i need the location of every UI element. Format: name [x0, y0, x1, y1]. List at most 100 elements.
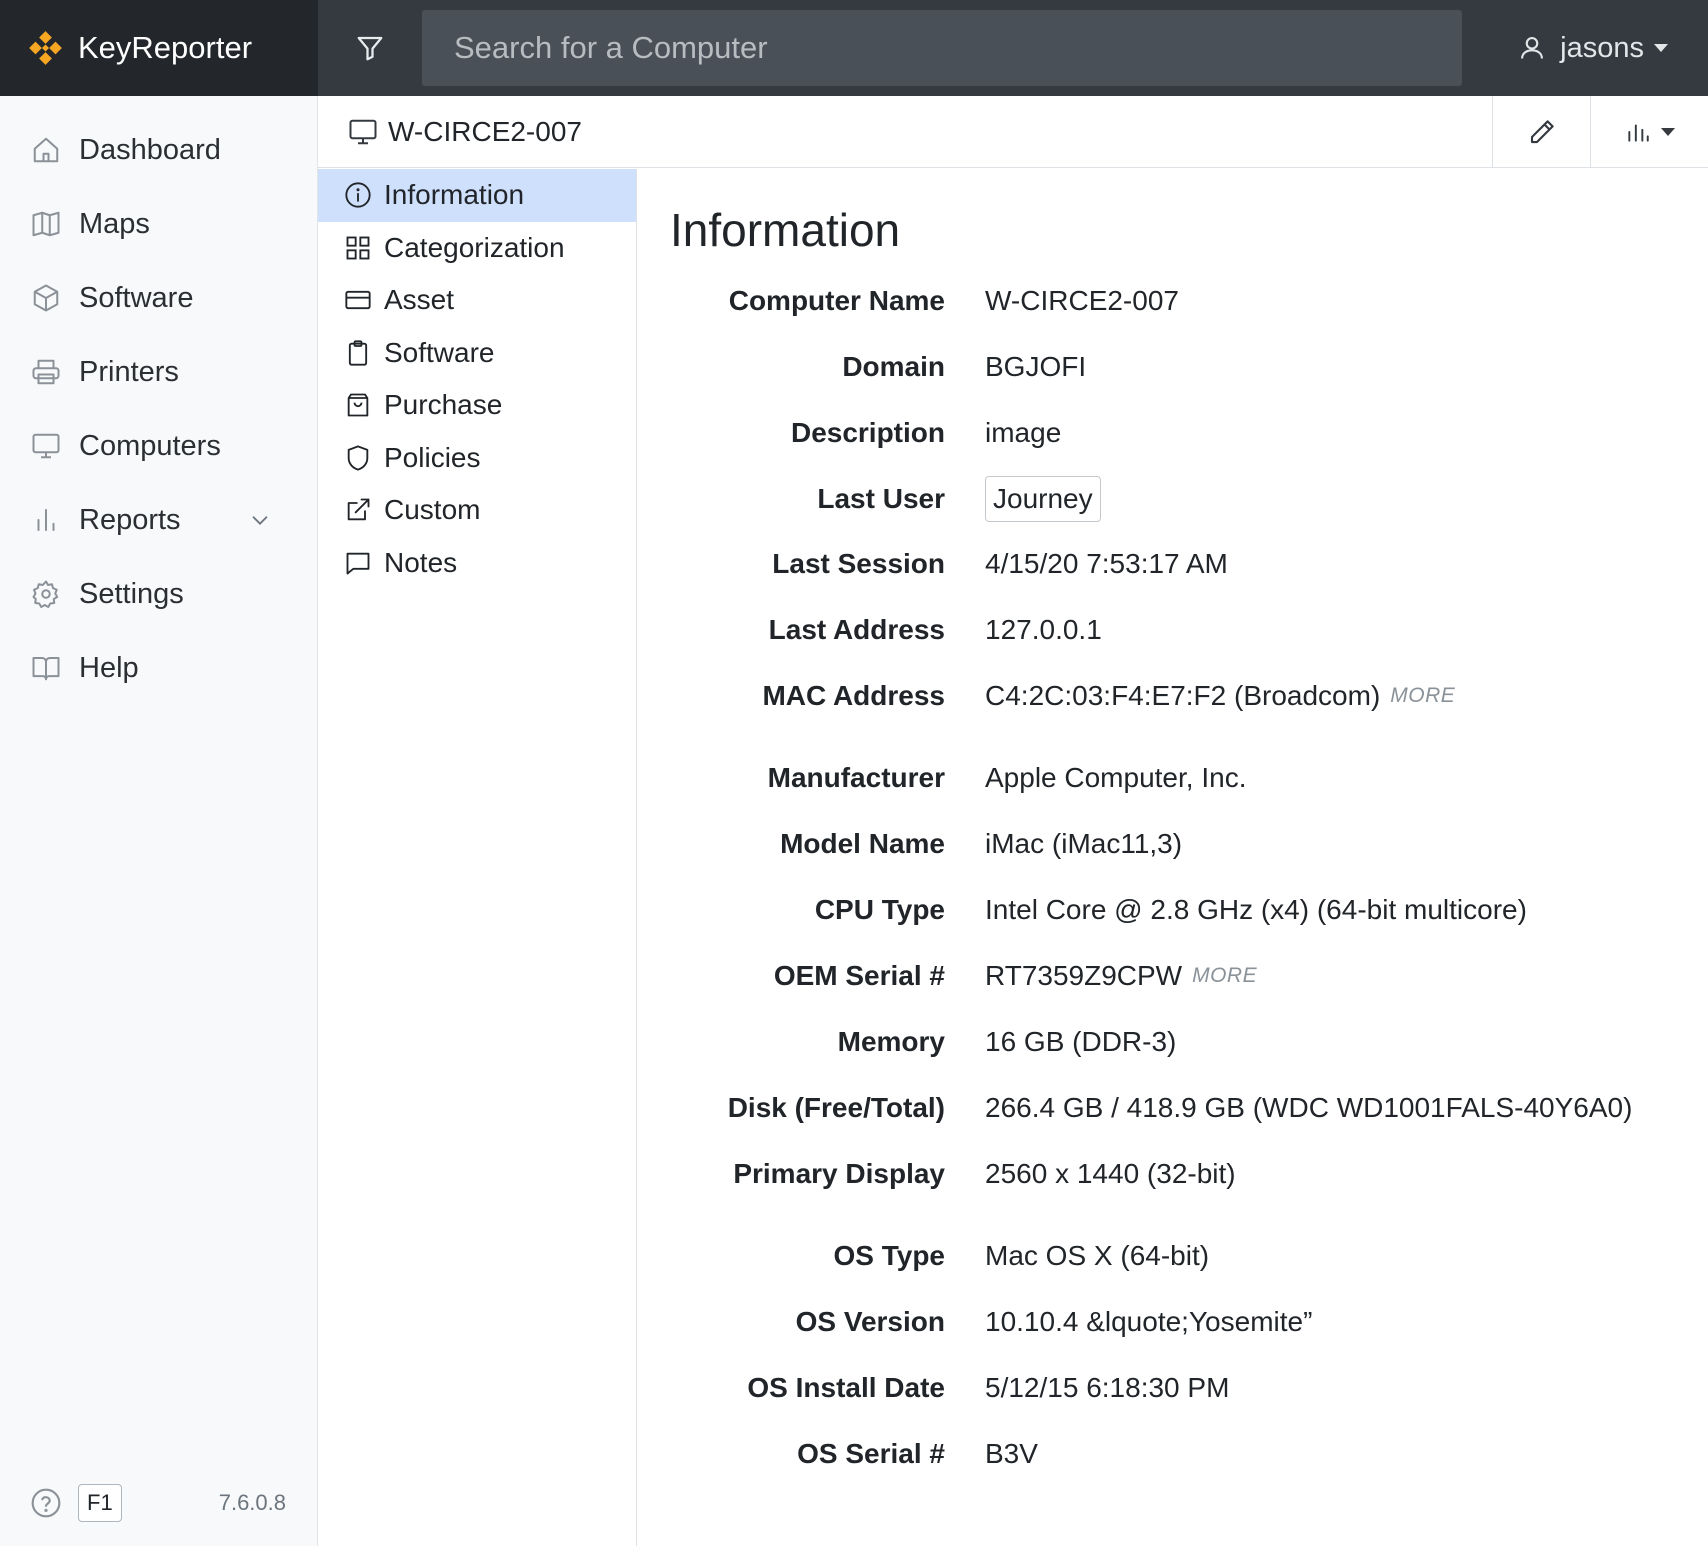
info-value: 2560 x 1440 (32-bit) — [985, 1158, 1236, 1189]
subnav-item-policies[interactable]: Policies — [318, 432, 636, 485]
filter-icon — [357, 36, 383, 61]
computer-title: W-CIRCE2-007 — [348, 96, 582, 168]
subnav-item-label: Notes — [384, 546, 458, 578]
top-navbar: KeyReporter jasons — [0, 0, 1708, 96]
f1-key-badge[interactable]: F1 — [78, 1484, 122, 1522]
info-label: MAC Address — [762, 680, 945, 711]
sidebar-item-label: Reports — [79, 503, 181, 536]
user-menu[interactable]: jasons — [1518, 0, 1668, 96]
filter-button[interactable] — [318, 0, 422, 96]
last-user-link[interactable]: Journey — [985, 476, 1101, 522]
info-value: Mac OS X (64-bit) — [985, 1240, 1210, 1271]
info-label: OS Install Date — [747, 1372, 945, 1403]
subnav-item-notes[interactable]: Notes — [318, 537, 636, 590]
info-label: Primary Display — [733, 1158, 945, 1189]
map-icon — [29, 207, 63, 241]
info-row-model-name: Model Name iMac (iMac11,3) — [638, 819, 1708, 869]
subnav-item-label: Categorization — [384, 231, 565, 263]
grid-icon — [342, 232, 374, 264]
reports-dropdown-button[interactable] — [1590, 96, 1708, 168]
info-value: iMac (iMac11,3) — [985, 828, 1183, 859]
subnav-item-label: Policies — [384, 441, 481, 473]
sidebar-item-help[interactable]: Help — [0, 631, 317, 705]
info-row-cpu-type: CPU Type Intel Core @ 2.8 GHz (x4) (64-b… — [638, 885, 1708, 935]
sidebar-footer: F1 7.6.0.8 — [0, 1478, 318, 1528]
info-row-domain: Domain BGJOFI — [638, 342, 1708, 392]
bar-chart-icon — [29, 503, 63, 537]
info-value-wrapper: C4:2C:03:F4:E7:F2 (Broadcom) MORE — [985, 680, 1455, 712]
info-row-os-version: OS Version 10.10.4 &lquote;Yosemite” — [638, 1297, 1708, 1347]
more-link[interactable]: MORE — [1390, 684, 1455, 708]
info-value-wrapper: Journey — [985, 476, 1101, 522]
subnav-item-categorization[interactable]: Categorization — [318, 222, 636, 275]
sidebar-item-software[interactable]: Software — [0, 261, 317, 335]
info-label: CPU Type — [814, 894, 945, 925]
keyreporter-logo-icon — [29, 31, 62, 65]
monitor-icon — [349, 119, 377, 145]
brand-name: KeyReporter — [78, 30, 253, 65]
subnav-item-information[interactable]: Information — [318, 169, 636, 222]
info-row-manufacturer: Manufacturer Apple Computer, Inc. — [638, 753, 1708, 803]
more-link[interactable]: MORE — [1192, 964, 1257, 988]
info-row-last-address: Last Address 127.0.0.1 — [638, 605, 1708, 655]
subnav-item-purchase[interactable]: Purchase — [318, 379, 636, 432]
info-label: Last Address — [768, 614, 945, 645]
info-value: B3V — [985, 1438, 1038, 1469]
information-panel: Information Computer Name W-CIRCE2-007 D… — [638, 169, 1708, 1546]
help-circle-icon[interactable] — [30, 1487, 62, 1519]
pencil-icon — [1530, 120, 1554, 144]
box-icon — [29, 281, 63, 315]
sidebar-item-maps[interactable]: Maps — [0, 187, 317, 261]
subnav-item-label: Asset — [384, 284, 455, 316]
info-label: OEM Serial # — [773, 960, 945, 991]
info-value: BGJOFI — [985, 351, 1087, 382]
search-input[interactable] — [422, 10, 1462, 86]
info-value: 266.4 GB / 418.9 GB (WDC WD1001FALS-40Y6… — [985, 1092, 1633, 1123]
sidebar-item-reports[interactable]: Reports — [0, 483, 317, 557]
brand[interactable]: KeyReporter — [0, 0, 318, 96]
sidebar-item-dashboard[interactable]: Dashboard — [0, 113, 317, 187]
home-icon — [29, 133, 63, 167]
info-row-oem-serial: OEM Serial # RT7359Z9CPW MORE — [638, 951, 1708, 1001]
bag-icon — [342, 389, 374, 421]
info-value: W-CIRCE2-007 — [985, 285, 1179, 316]
sidebar-item-label: Dashboard — [79, 133, 221, 166]
info-value: 16 GB (DDR-3) — [985, 1026, 1177, 1057]
message-icon — [342, 547, 374, 579]
subnav-item-label: Purchase — [384, 389, 503, 421]
subnav-item-custom[interactable]: Custom — [318, 484, 636, 537]
sidebar-item-label: Computers — [79, 429, 221, 462]
clipboard-icon — [342, 337, 374, 369]
user-icon — [1521, 37, 1544, 59]
subnav-item-software[interactable]: Software — [318, 327, 636, 380]
gear-icon — [29, 577, 63, 611]
chevron-down-icon[interactable] — [249, 509, 271, 531]
info-value: RT7359Z9CPW — [985, 960, 1183, 991]
info-label: OS Version — [795, 1306, 945, 1337]
sidebar-item-settings[interactable]: Settings — [0, 557, 317, 631]
info-icon — [342, 179, 374, 211]
caret-down-icon — [1654, 44, 1668, 52]
info-value: C4:2C:03:F4:E7:F2 (Broadcom) — [985, 680, 1381, 711]
card-icon — [342, 284, 374, 316]
sidebar-item-label: Printers — [79, 355, 179, 388]
sidebar-item-printers[interactable]: Printers — [0, 335, 317, 409]
info-label: OS Type — [833, 1240, 945, 1271]
sidebar-item-label: Software — [79, 281, 194, 314]
info-value: Intel Core @ 2.8 GHz (x4) (64-bit multic… — [985, 894, 1527, 925]
subnav-item-asset[interactable]: Asset — [318, 274, 636, 327]
sidebar-item-label: Maps — [79, 207, 150, 240]
info-row-description: Description image — [638, 408, 1708, 458]
sidebar-item-computers[interactable]: Computers — [0, 409, 317, 483]
subnav-item-label: Custom — [384, 494, 481, 526]
info-label: Description — [790, 417, 945, 448]
book-icon — [29, 651, 63, 685]
version-label: 7.6.0.8 — [218, 1490, 286, 1515]
info-label: Disk (Free/Total) — [727, 1092, 945, 1123]
info-value: image — [985, 417, 1062, 448]
edit-button[interactable] — [1492, 96, 1590, 168]
computer-name: W-CIRCE2-007 — [388, 116, 582, 147]
info-value: 10.10.4 &lquote;Yosemite” — [985, 1306, 1313, 1337]
info-value: Apple Computer, Inc. — [985, 762, 1247, 793]
info-row-primary-display: Primary Display 2560 x 1440 (32-bit) — [638, 1149, 1708, 1199]
